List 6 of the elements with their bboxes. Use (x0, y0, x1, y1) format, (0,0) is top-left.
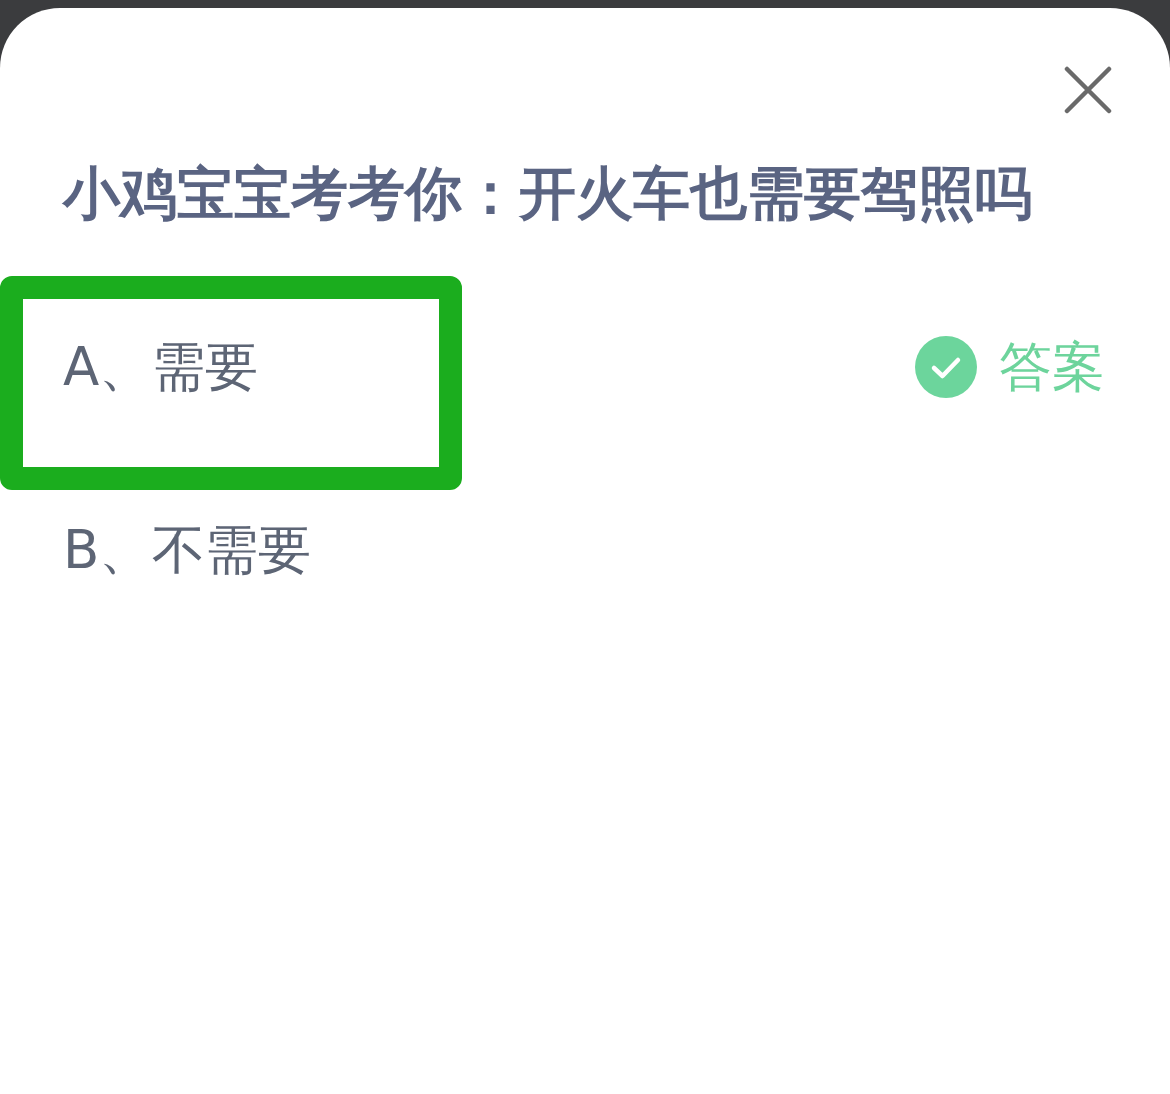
close-icon (1064, 66, 1112, 114)
close-button[interactable] (1064, 66, 1112, 114)
answer-label: 答案 (999, 334, 1105, 399)
answer-option[interactable]: B、不需要 (63, 517, 312, 582)
answer-option[interactable]: A、需要 (63, 334, 259, 399)
question-title: 小鸡宝宝考考你：开火车也需要驾照吗 (61, 160, 1033, 227)
